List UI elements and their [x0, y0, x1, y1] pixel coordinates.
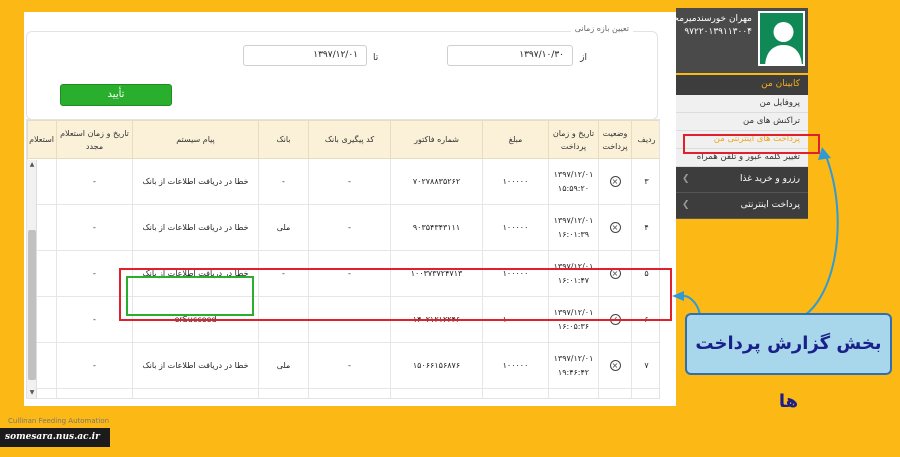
annotation-callout: بخش گزارش پرداخت ها: [685, 313, 892, 412]
footer-logo-text: Cullinan Feeding Automation: [8, 417, 110, 425]
arrow-head-icon: [672, 291, 684, 301]
footer-url: somesara.nus.ac.ir: [0, 428, 110, 447]
annotation-arrows: [672, 147, 839, 319]
arrow-head-icon: [818, 147, 831, 160]
arrow-to-menu-icon: [799, 155, 839, 319]
